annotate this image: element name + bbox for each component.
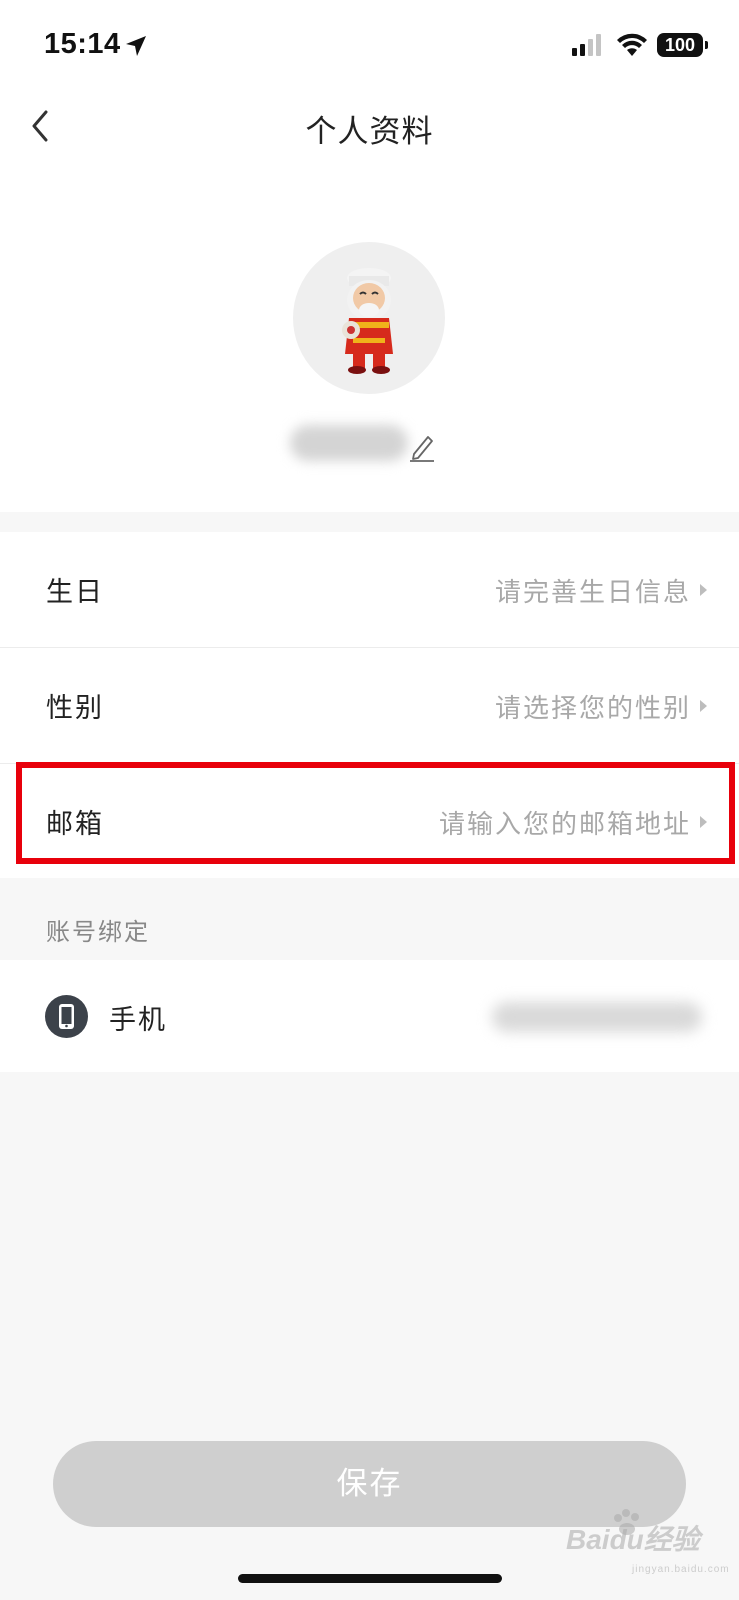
birthday-placeholder: 请完善生日信息 (494, 578, 691, 608)
birthday-row[interactable]: 生日 请完善生日信息 (0, 532, 739, 647)
chevron-right-icon (700, 584, 707, 596)
wifi-icon (617, 33, 647, 56)
nav-bar: 个人资料 (0, 92, 739, 160)
pencil-icon[interactable] (408, 432, 436, 462)
phone-icon (45, 995, 88, 1038)
chevron-right-icon (700, 700, 707, 712)
page-title: 个人资料 (305, 114, 434, 150)
baidu-watermark-logo: Baidu经验 jingyan.baidu.com (566, 1509, 729, 1575)
location-arrow-icon (126, 36, 146, 56)
baidu-paw-icon (614, 1509, 639, 1535)
gender-placeholder: 请选择您的性别 (494, 694, 691, 724)
avatar[interactable] (293, 242, 445, 394)
nickname-blurred (290, 425, 408, 461)
profile-header (0, 160, 739, 512)
battery-indicator: 100 (657, 33, 703, 57)
battery-tip (705, 41, 708, 49)
status-time: 15:14 (44, 28, 121, 60)
home-indicator[interactable] (238, 1574, 502, 1583)
save-button[interactable]: 保存 (53, 1441, 686, 1527)
phone-number-blurred (492, 1002, 702, 1032)
birthday-label: 生日 (46, 577, 104, 608)
avatar-character-image (342, 268, 393, 374)
gender-row[interactable]: 性别 请选择您的性别 (0, 648, 739, 763)
watermark-url: jingyan.baidu.com (632, 1564, 730, 1575)
gender-label: 性别 (46, 693, 104, 724)
account-binding-header: 账号绑定 (46, 918, 150, 946)
email-row-highlight (16, 762, 735, 864)
phone-label: 手机 (109, 1005, 167, 1036)
status-bar: 15:14 100 (0, 0, 739, 92)
cellular-signal-icon (572, 34, 601, 56)
phone-binding-row[interactable]: 手机 (0, 960, 739, 1072)
